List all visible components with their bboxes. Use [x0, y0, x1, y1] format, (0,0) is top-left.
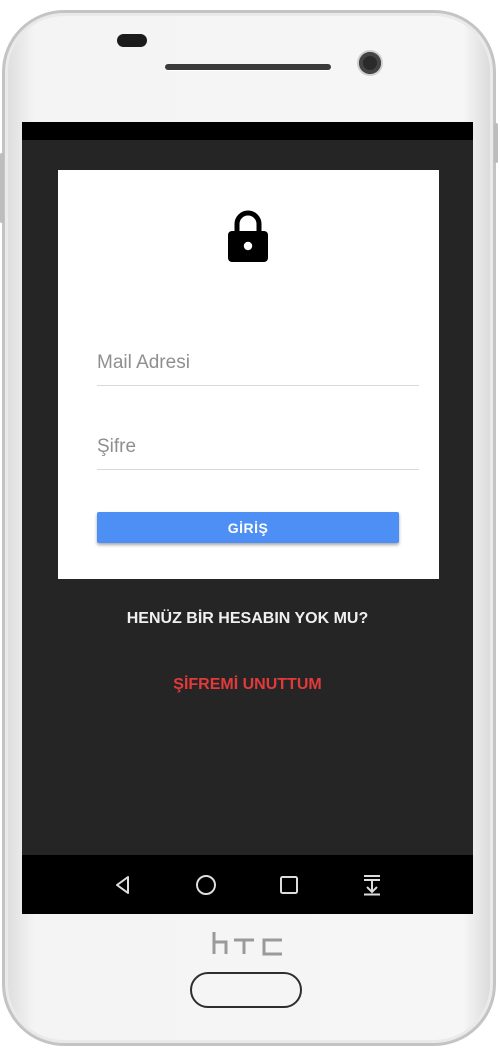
power-button: [494, 123, 498, 163]
hardware-home-button[interactable]: [190, 972, 302, 1008]
forgot-password-link[interactable]: ŞİFREMİ UNUTTUM: [22, 676, 473, 694]
password-field[interactable]: [97, 424, 419, 470]
password-input[interactable]: [97, 424, 419, 469]
lock-icon: [228, 210, 268, 262]
signup-link[interactable]: HENÜZ BİR HESABIN YOK MU?: [22, 610, 473, 628]
email-input[interactable]: [97, 340, 419, 385]
earpiece-speaker: [165, 64, 331, 70]
phone-screen: GİRİŞ HENÜZ BİR HESABIN YOK MU? ŞİFREMİ …: [22, 122, 473, 914]
htc-logo: [212, 932, 282, 956]
notification-pull-icon[interactable]: [360, 873, 384, 897]
volume-button: [0, 153, 4, 223]
email-field[interactable]: [97, 340, 419, 386]
recents-icon[interactable]: [277, 873, 301, 897]
front-camera: [359, 52, 381, 74]
status-bar: [22, 122, 473, 140]
system-nav-bar: [22, 855, 473, 914]
login-card: GİRİŞ: [58, 170, 439, 579]
proximity-sensor: [117, 34, 147, 47]
login-screen: GİRİŞ HENÜZ BİR HESABIN YOK MU? ŞİFREMİ …: [22, 140, 473, 855]
back-icon[interactable]: [111, 873, 135, 897]
login-button[interactable]: GİRİŞ: [97, 512, 399, 543]
home-icon[interactable]: [194, 873, 218, 897]
